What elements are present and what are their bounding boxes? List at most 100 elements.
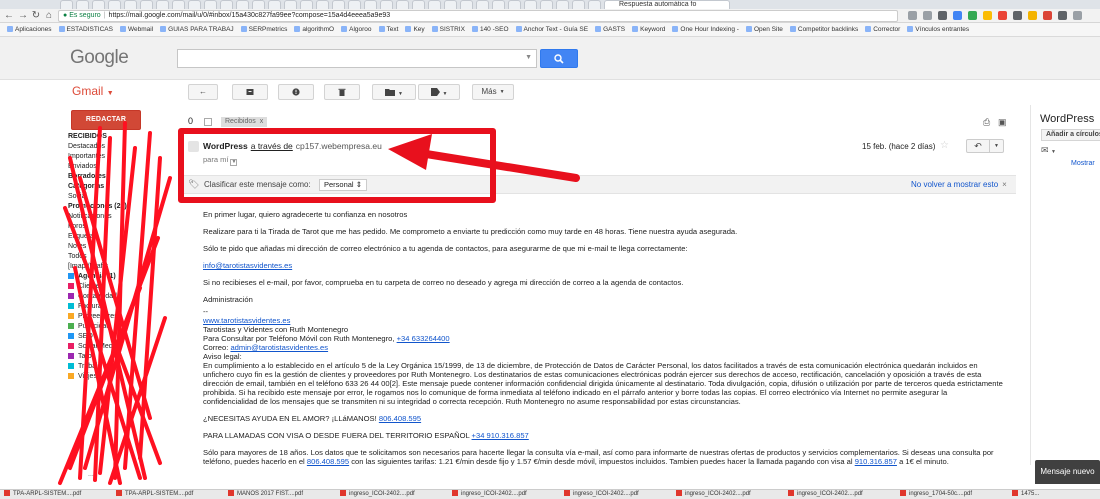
extension-icon[interactable] bbox=[908, 11, 917, 20]
extension-icon[interactable] bbox=[1013, 11, 1022, 20]
browser-tab[interactable] bbox=[316, 0, 329, 9]
browser-tab[interactable] bbox=[364, 0, 377, 9]
nav-folder-item[interactable]: Enviados bbox=[60, 162, 172, 172]
url-bar[interactable]: ● Es seguro | https://mail.google.com/mail… bbox=[58, 10, 898, 22]
bookmark-item[interactable]: Vínculos entrantes bbox=[907, 23, 969, 36]
email-link[interactable]: info@tarotistasvidentes.es bbox=[203, 261, 292, 270]
nav-folder-item[interactable]: [Imap]/Drafts bbox=[60, 262, 172, 272]
extension-icon[interactable] bbox=[923, 11, 932, 20]
browser-tab[interactable] bbox=[588, 0, 601, 9]
bookmark-item[interactable]: GUIAS PARA TRABAJ bbox=[160, 23, 234, 36]
label-chip-inbox[interactable]: Recibidos x bbox=[221, 117, 268, 127]
bookmark-item[interactable]: Anchor Text - Guía SE bbox=[515, 23, 588, 36]
bookmark-item[interactable]: Competitor backlinks bbox=[789, 23, 858, 36]
nav-folder-item[interactable]: RECIBIDOS bbox=[60, 132, 172, 142]
add-to-circles-button[interactable]: Añadir a círculos bbox=[1041, 129, 1100, 141]
back-to-inbox-button[interactable]: ← bbox=[188, 84, 218, 100]
browser-tab[interactable] bbox=[556, 0, 569, 9]
browser-tab[interactable] bbox=[124, 0, 137, 9]
download-item[interactable]: ingreso_ICOI-2402....pdf bbox=[784, 490, 896, 499]
nav-folder-item[interactable]: Publicidad bbox=[60, 322, 172, 332]
extension-icon[interactable] bbox=[968, 11, 977, 20]
forward-arrow-icon[interactable]: → bbox=[17, 10, 29, 22]
reload-icon[interactable]: ↻ bbox=[30, 10, 42, 22]
bookmark-item[interactable]: ESTADISTICAS bbox=[58, 23, 113, 36]
close-icon[interactable]: × bbox=[1002, 180, 1007, 189]
download-item[interactable]: MANOS 2017 FIST....pdf bbox=[224, 490, 336, 499]
browser-tab[interactable] bbox=[140, 0, 153, 9]
browser-tab[interactable] bbox=[284, 0, 297, 9]
browser-tab[interactable] bbox=[156, 0, 169, 9]
bookmark-item[interactable]: Aplicaciones bbox=[7, 23, 52, 36]
bookmark-item[interactable]: Key bbox=[405, 23, 425, 36]
browser-tab[interactable] bbox=[108, 0, 121, 9]
move-to-button[interactable]: ▼ bbox=[372, 84, 416, 100]
download-item[interactable]: ingreso_ICOI-2402....pdf bbox=[448, 490, 560, 499]
back-arrow-icon[interactable]: ← bbox=[3, 10, 15, 22]
extension-icon[interactable] bbox=[953, 11, 962, 20]
home-icon[interactable]: ⌂ bbox=[43, 10, 55, 22]
mail-icon[interactable]: ✉ ▼ bbox=[1041, 145, 1056, 156]
final-phone2-link[interactable]: 910.316.857 bbox=[855, 457, 897, 466]
message-more-button[interactable]: ▼ bbox=[990, 139, 1004, 153]
browser-tab[interactable] bbox=[348, 0, 361, 9]
bookmark-item[interactable]: Corrector bbox=[865, 23, 900, 36]
reply-button[interactable]: ↶ bbox=[966, 139, 990, 153]
bookmark-item[interactable]: algorithmO bbox=[294, 23, 334, 36]
download-item[interactable]: ingreso_1704-50c....pdf bbox=[896, 490, 1008, 499]
nav-folder-item[interactable]: Trabajo bbox=[60, 362, 172, 372]
classify-select[interactable]: Personal ⇕ bbox=[319, 179, 367, 191]
download-item[interactable]: ingreso_ICOI-2402....pdf bbox=[336, 490, 448, 499]
bookmark-item[interactable]: One Hour Indexing - bbox=[672, 23, 739, 36]
bookmark-item[interactable]: GASTS bbox=[595, 23, 625, 36]
labels-button[interactable]: ▼ bbox=[418, 84, 460, 100]
bookmark-item[interactable]: Algoroo bbox=[341, 23, 372, 36]
download-item[interactable]: TPA-ARPL-SISTEM....pdf bbox=[0, 490, 112, 499]
report-spam-button[interactable] bbox=[278, 84, 314, 100]
browser-tab[interactable] bbox=[428, 0, 441, 9]
nav-folder-item[interactable]: Clientes bbox=[60, 282, 172, 292]
browser-tab[interactable] bbox=[92, 0, 105, 9]
nav-folder-item[interactable]: Agencia (1) bbox=[60, 272, 172, 282]
new-message-button[interactable]: Mensaje nuevo bbox=[1035, 460, 1100, 484]
nav-folder-item[interactable]: Contabilidad bbox=[60, 292, 172, 302]
archive-button[interactable] bbox=[232, 84, 268, 100]
bookmark-item[interactable]: 140 -SEO bbox=[471, 23, 509, 36]
phone-link[interactable]: +34 633264400 bbox=[397, 334, 450, 343]
browser-tab[interactable] bbox=[332, 0, 345, 9]
important-marker[interactable] bbox=[204, 118, 212, 126]
admin-email-link[interactable]: admin@tarotistasvidentes.es bbox=[230, 343, 328, 352]
label-chip-close[interactable]: x bbox=[260, 118, 264, 125]
browser-tab[interactable] bbox=[204, 0, 217, 9]
abroad-phone-link[interactable]: +34 910.316.857 bbox=[472, 431, 529, 440]
browser-tab[interactable] bbox=[300, 0, 313, 9]
dismiss-classify-link[interactable]: No volver a mostrar esto × bbox=[911, 180, 1007, 189]
browser-tab[interactable] bbox=[540, 0, 553, 9]
browser-tab[interactable] bbox=[252, 0, 265, 9]
nav-folder-item[interactable]: Promociones (25) bbox=[60, 202, 172, 212]
bookmark-item[interactable]: Open Site bbox=[745, 23, 783, 36]
recipients-details-icon[interactable]: ▼ bbox=[230, 159, 238, 166]
nav-folder-item[interactable]: Social bbox=[60, 192, 172, 202]
bookmark-item[interactable]: SERPmetrics bbox=[240, 23, 287, 36]
extension-icon[interactable] bbox=[1073, 11, 1082, 20]
extension-icon[interactable] bbox=[998, 11, 1007, 20]
extension-icon[interactable] bbox=[1043, 11, 1052, 20]
nav-folder-item[interactable]: Notificaciones bbox=[60, 212, 172, 222]
search-button[interactable] bbox=[540, 49, 578, 68]
final-phone1-link[interactable]: 806.408.595 bbox=[307, 457, 349, 466]
show-more-link[interactable]: Mostrar bbox=[1071, 160, 1095, 167]
download-item[interactable]: 1475... bbox=[1008, 490, 1100, 499]
search-input[interactable]: ▼ bbox=[177, 49, 537, 68]
browser-tab[interactable] bbox=[524, 0, 537, 9]
browser-tab[interactable] bbox=[460, 0, 473, 9]
nav-folder-item[interactable]: Viajes bbox=[60, 372, 172, 382]
compose-button[interactable]: REDACTAR bbox=[71, 110, 141, 130]
star-icon[interactable]: ☆ bbox=[940, 140, 949, 151]
download-item[interactable]: TPA-ARPL-SISTEM....pdf bbox=[112, 490, 224, 499]
extension-icon[interactable] bbox=[938, 11, 947, 20]
browser-tab[interactable] bbox=[412, 0, 425, 9]
nav-folder-item[interactable]: Etiquetas bbox=[60, 232, 172, 242]
browser-tab[interactable] bbox=[492, 0, 505, 9]
browser-tab[interactable] bbox=[396, 0, 409, 9]
